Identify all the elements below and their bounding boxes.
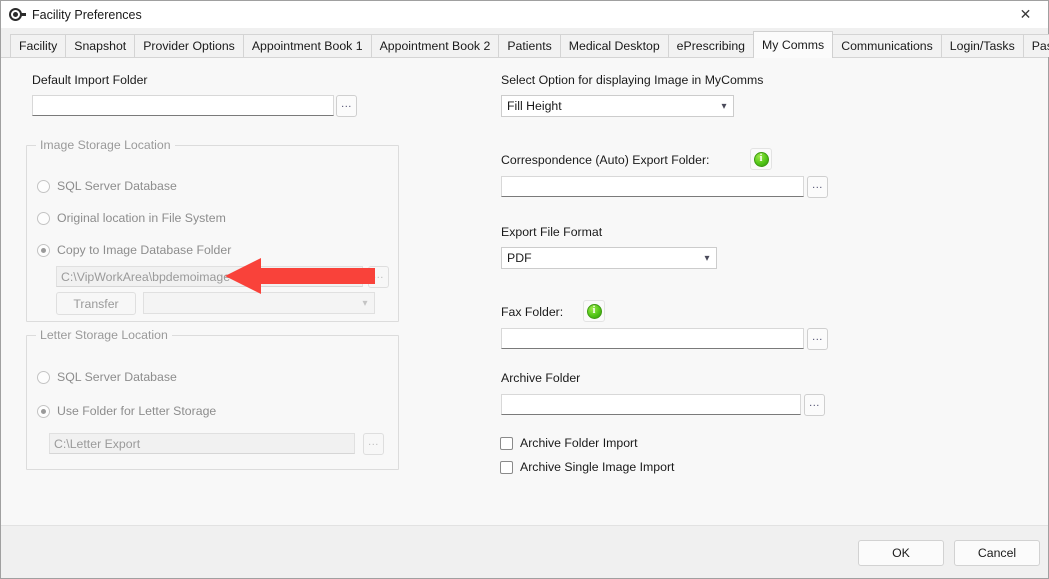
tab-eprescribing[interactable]: ePrescribing — [667, 34, 755, 57]
info-icon-glyph: i — [753, 151, 769, 167]
checkbox-label: Archive Single Image Import — [520, 460, 675, 474]
fax-folder-browse-button[interactable]: ... — [807, 328, 828, 350]
fax-folder-input[interactable] — [501, 328, 804, 349]
close-icon[interactable]: ✕ — [1003, 1, 1048, 28]
radio-label: Original location in File System — [57, 211, 226, 225]
letter-storage-browse-button[interactable]: ... — [363, 433, 384, 455]
checkbox-indicator — [500, 460, 513, 474]
tab-appointment-book-1[interactable]: Appointment Book 1 — [242, 34, 372, 57]
checkbox-archive-single-image-import[interactable]: Archive Single Image Import — [500, 460, 674, 474]
checkbox-archive-folder-import[interactable]: Archive Folder Import — [500, 436, 638, 450]
checkbox-label: Archive Folder Import — [520, 436, 638, 450]
export-file-format-value: PDF — [507, 251, 532, 265]
cancel-button[interactable]: Cancel — [954, 540, 1040, 566]
default-import-folder-label: Default Import Folder — [32, 73, 148, 87]
image-database-folder-path-input[interactable] — [56, 266, 363, 287]
export-file-format-combo[interactable]: PDF ▾ — [501, 247, 717, 269]
radio-indicator — [37, 243, 50, 257]
title-bar: Facility Preferences ✕ — [1, 1, 1048, 28]
tab-medical-desktop[interactable]: Medical Desktop — [559, 34, 669, 57]
radio-copy-to-image-database-folder[interactable]: Copy to Image Database Folder — [37, 243, 231, 257]
letter-storage-location-title: Letter Storage Location — [36, 328, 172, 342]
radio-use-folder-for-letter-storage[interactable]: Use Folder for Letter Storage — [37, 404, 216, 418]
target-pointer-icon — [9, 7, 26, 23]
radio-indicator — [37, 404, 50, 418]
radio-label: Use Folder for Letter Storage — [57, 404, 217, 418]
radio-label: SQL Server Database — [57, 179, 177, 193]
radio-image-sql-server-database[interactable]: SQL Server Database — [37, 179, 177, 193]
tab-patients[interactable]: Patients — [498, 34, 561, 57]
radio-indicator — [37, 179, 50, 193]
archive-folder-input[interactable] — [501, 394, 801, 415]
radio-label: Copy to Image Database Folder — [57, 243, 232, 257]
display-option-value: Fill Height — [507, 99, 562, 113]
tab-password-policy[interactable]: Password Policy — [1022, 34, 1049, 57]
tab-facility[interactable]: Facility — [10, 34, 67, 57]
correspondence-export-info-icon[interactable]: i — [750, 148, 772, 170]
chevron-down-icon: ▾ — [362, 297, 368, 309]
image-storage-location-title: Image Storage Location — [36, 138, 175, 152]
fax-folder-info-icon[interactable]: i — [583, 300, 605, 322]
tab-bar: Facility Snapshot Provider Options Appoi… — [1, 28, 1049, 58]
correspondence-export-input[interactable] — [501, 176, 804, 197]
checkbox-indicator — [500, 436, 513, 450]
archive-folder-label: Archive Folder — [501, 371, 581, 385]
my-comms-tab-panel: Default Import Folder ... Image Storage … — [1, 58, 1048, 526]
correspondence-export-browse-button[interactable]: ... — [807, 176, 828, 198]
radio-letter-sql-server-database[interactable]: SQL Server Database — [37, 370, 177, 384]
default-import-folder-browse-button[interactable]: ... — [336, 95, 357, 117]
tab-communications[interactable]: Communications — [832, 34, 942, 57]
fax-folder-label: Fax Folder: — [501, 305, 564, 319]
transfer-button[interactable]: Transfer — [56, 292, 136, 315]
export-file-format-label: Export File Format — [501, 225, 603, 239]
archive-folder-browse-button[interactable]: ... — [804, 394, 825, 416]
correspondence-export-label: Correspondence (Auto) Export Folder: — [501, 153, 710, 167]
radio-image-original-location-file-system[interactable]: Original location in File System — [37, 211, 226, 225]
chevron-down-icon: ▾ — [704, 252, 710, 264]
facility-preferences-dialog: Facility Preferences ✕ Facility Snapshot… — [0, 0, 1049, 579]
image-database-folder-browse-button[interactable]: ... — [368, 266, 389, 288]
letter-storage-path-input[interactable] — [49, 433, 355, 454]
tab-snapshot[interactable]: Snapshot — [65, 34, 136, 57]
chevron-down-icon: ▾ — [721, 100, 727, 112]
tab-provider-options[interactable]: Provider Options — [134, 34, 244, 57]
ok-button[interactable]: OK — [858, 540, 944, 566]
radio-indicator — [37, 211, 50, 225]
display-option-label: Select Option for displaying Image in My… — [501, 73, 764, 87]
info-icon-glyph: i — [586, 303, 602, 319]
window-title: Facility Preferences — [32, 7, 142, 22]
tab-login-tasks[interactable]: Login/Tasks — [940, 34, 1024, 57]
default-import-folder-input[interactable] — [32, 95, 334, 116]
tab-appointment-book-2[interactable]: Appointment Book 2 — [370, 34, 500, 57]
transfer-target-combo[interactable]: ▾ — [143, 292, 375, 314]
radio-label: SQL Server Database — [57, 370, 177, 384]
tab-my-comms[interactable]: My Comms — [753, 31, 834, 58]
radio-indicator — [37, 370, 50, 384]
dialog-footer: OK Cancel — [1, 526, 1048, 578]
display-option-combo[interactable]: Fill Height ▾ — [501, 95, 734, 117]
